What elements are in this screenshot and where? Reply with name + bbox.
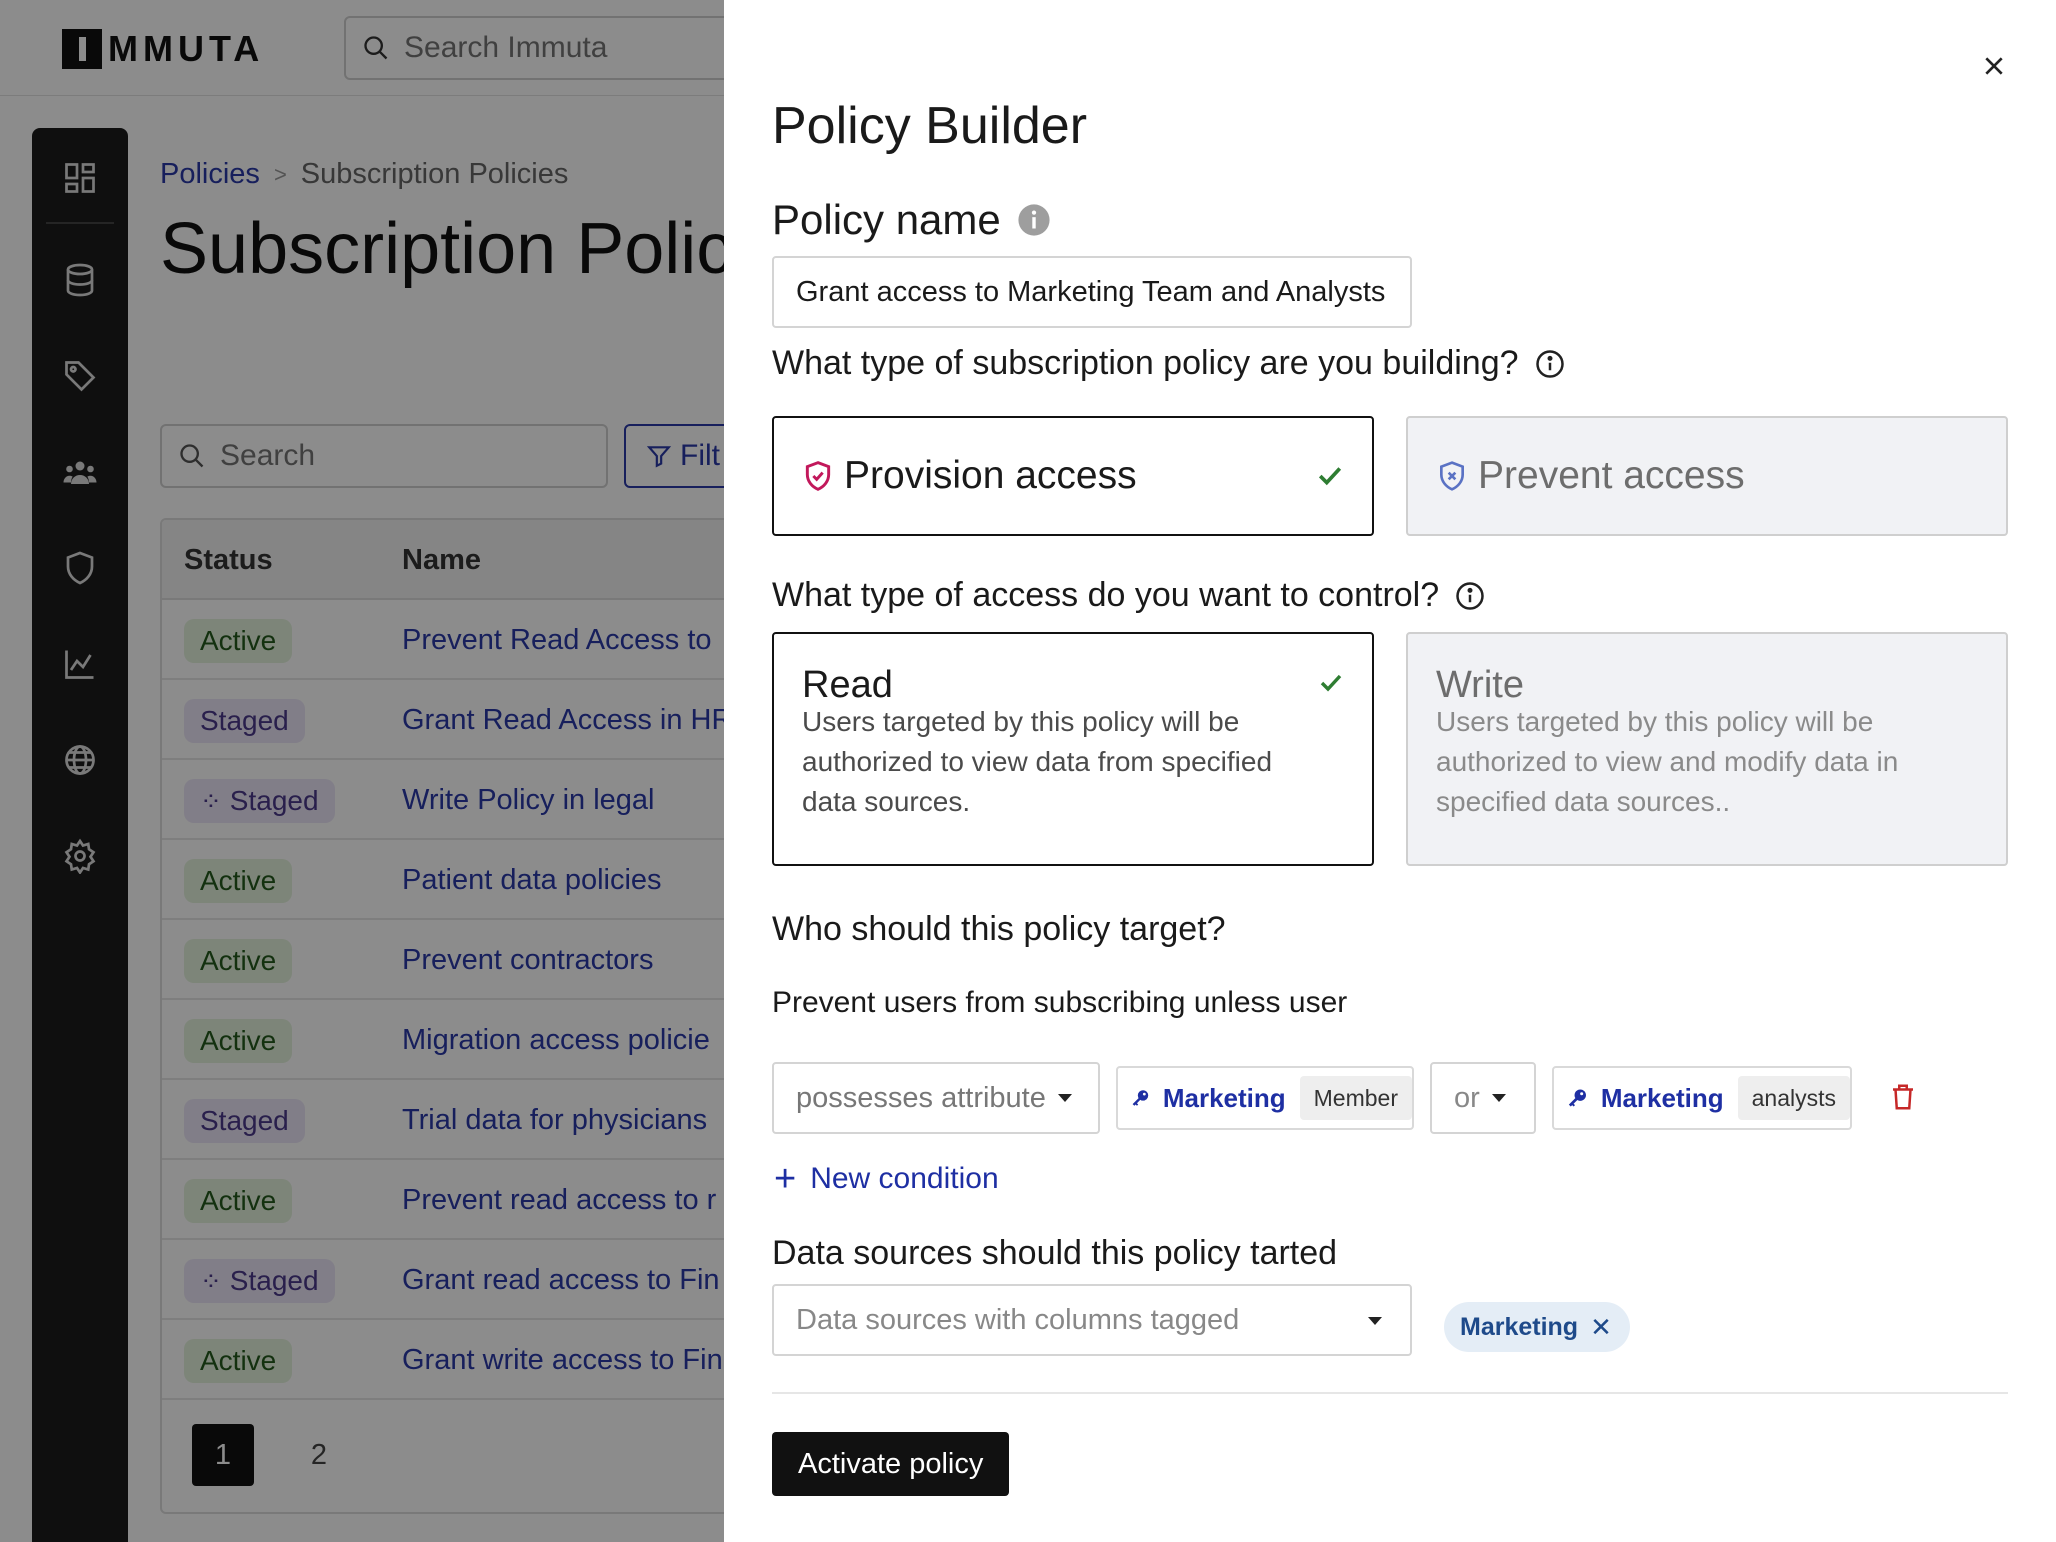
attribute-2-name: Marketing (1600, 1082, 1724, 1113)
attribute-chip-1[interactable]: Marketing Member (1116, 1066, 1414, 1130)
marketing-tag-pill: Marketing ✕ (1444, 1302, 1630, 1352)
remove-tag-icon[interactable]: ✕ (1590, 1312, 1612, 1343)
write-access-option[interactable]: Write Users targeted by this policy will… (1406, 632, 2008, 866)
provision-access-heading: Provision access (802, 454, 1137, 498)
data-sources-select[interactable]: Data sources with columns tagged (772, 1284, 1412, 1356)
divider (772, 1392, 2008, 1394)
chevron-down-icon (1491, 1094, 1506, 1102)
new-condition-button[interactable]: + New condition (774, 1160, 999, 1198)
trash-icon (1893, 1084, 1913, 1110)
prevent-access-heading: Prevent access (1436, 454, 1745, 498)
attribute-1-name: Marketing (1162, 1082, 1286, 1113)
key-icon (1132, 1090, 1149, 1106)
conjunction-select[interactable]: or (1430, 1062, 1536, 1134)
policy-builder-drawer: Policy Builder Policy name Grant access … (724, 0, 2056, 1542)
plus-icon: + (774, 1158, 797, 1200)
delete-condition-button[interactable] (1888, 1080, 1918, 1119)
shield-check-icon (805, 461, 831, 491)
read-access-option[interactable]: Read Users targeted by this policy will … (772, 632, 1374, 866)
prevent-access-label: Prevent access (1478, 454, 1745, 497)
info-filled-icon[interactable] (1017, 203, 1051, 237)
write-access-description: Users targeted by this policy will be au… (1436, 706, 1899, 817)
chevron-down-icon (1057, 1094, 1072, 1102)
tag-label: Marketing (1460, 1312, 1579, 1341)
checkmark-icon (1318, 467, 1342, 486)
drawer-title: Policy Builder (772, 97, 1088, 155)
shield-x-icon (1440, 461, 1464, 491)
data-sources-select-value: Data sources with columns tagged (796, 1303, 1240, 1336)
data-sources-label: Data sources should this policy tarted (772, 1234, 1338, 1272)
close-button[interactable] (1974, 46, 2014, 86)
policy-name-label: Policy name (772, 196, 1051, 244)
condition-operator-value: possesses attribute (796, 1081, 1046, 1114)
target-question: Who should this policy target? (772, 910, 1226, 948)
activate-policy-button[interactable]: Activate policy (772, 1432, 1010, 1496)
access-type-question: What type of access do you want to contr… (772, 576, 1485, 615)
provision-access-option[interactable]: Provision access (772, 416, 1374, 536)
write-access-label: Write (1436, 664, 1524, 706)
attribute-1-value: Member (1299, 1076, 1412, 1120)
policy-type-question: What type of subscription policy are you… (772, 344, 1565, 383)
chevron-down-icon (1368, 1317, 1382, 1325)
close-icon (1985, 57, 2003, 75)
conjunction-value: or (1454, 1081, 1480, 1114)
info-icon[interactable] (1455, 581, 1485, 611)
condition-intro: Prevent users from subscribing unless us… (772, 986, 1348, 1019)
provision-access-label: Provision access (844, 454, 1137, 497)
condition-operator-select[interactable]: possesses attribute (772, 1062, 1100, 1134)
key-icon (1568, 1089, 1586, 1107)
policy-name-input[interactable]: Grant access to Marketing Team and Analy… (772, 256, 1412, 328)
attribute-chip-2[interactable]: Marketing analysts (1552, 1066, 1852, 1130)
new-condition-label: New condition (810, 1162, 999, 1195)
read-access-label: Read (802, 664, 893, 706)
attribute-2-value: analysts (1737, 1076, 1850, 1120)
policy-name-label-text: Policy name (772, 196, 1001, 243)
prevent-access-option[interactable]: Prevent access (1406, 416, 2008, 536)
access-type-question-text: What type of access do you want to contr… (772, 576, 1440, 614)
policy-type-question-text: What type of subscription policy are you… (772, 344, 1519, 382)
info-icon[interactable] (1535, 349, 1565, 379)
read-access-description: Users targeted by this policy will be au… (802, 706, 1273, 817)
checkmark-icon (1320, 674, 1342, 692)
